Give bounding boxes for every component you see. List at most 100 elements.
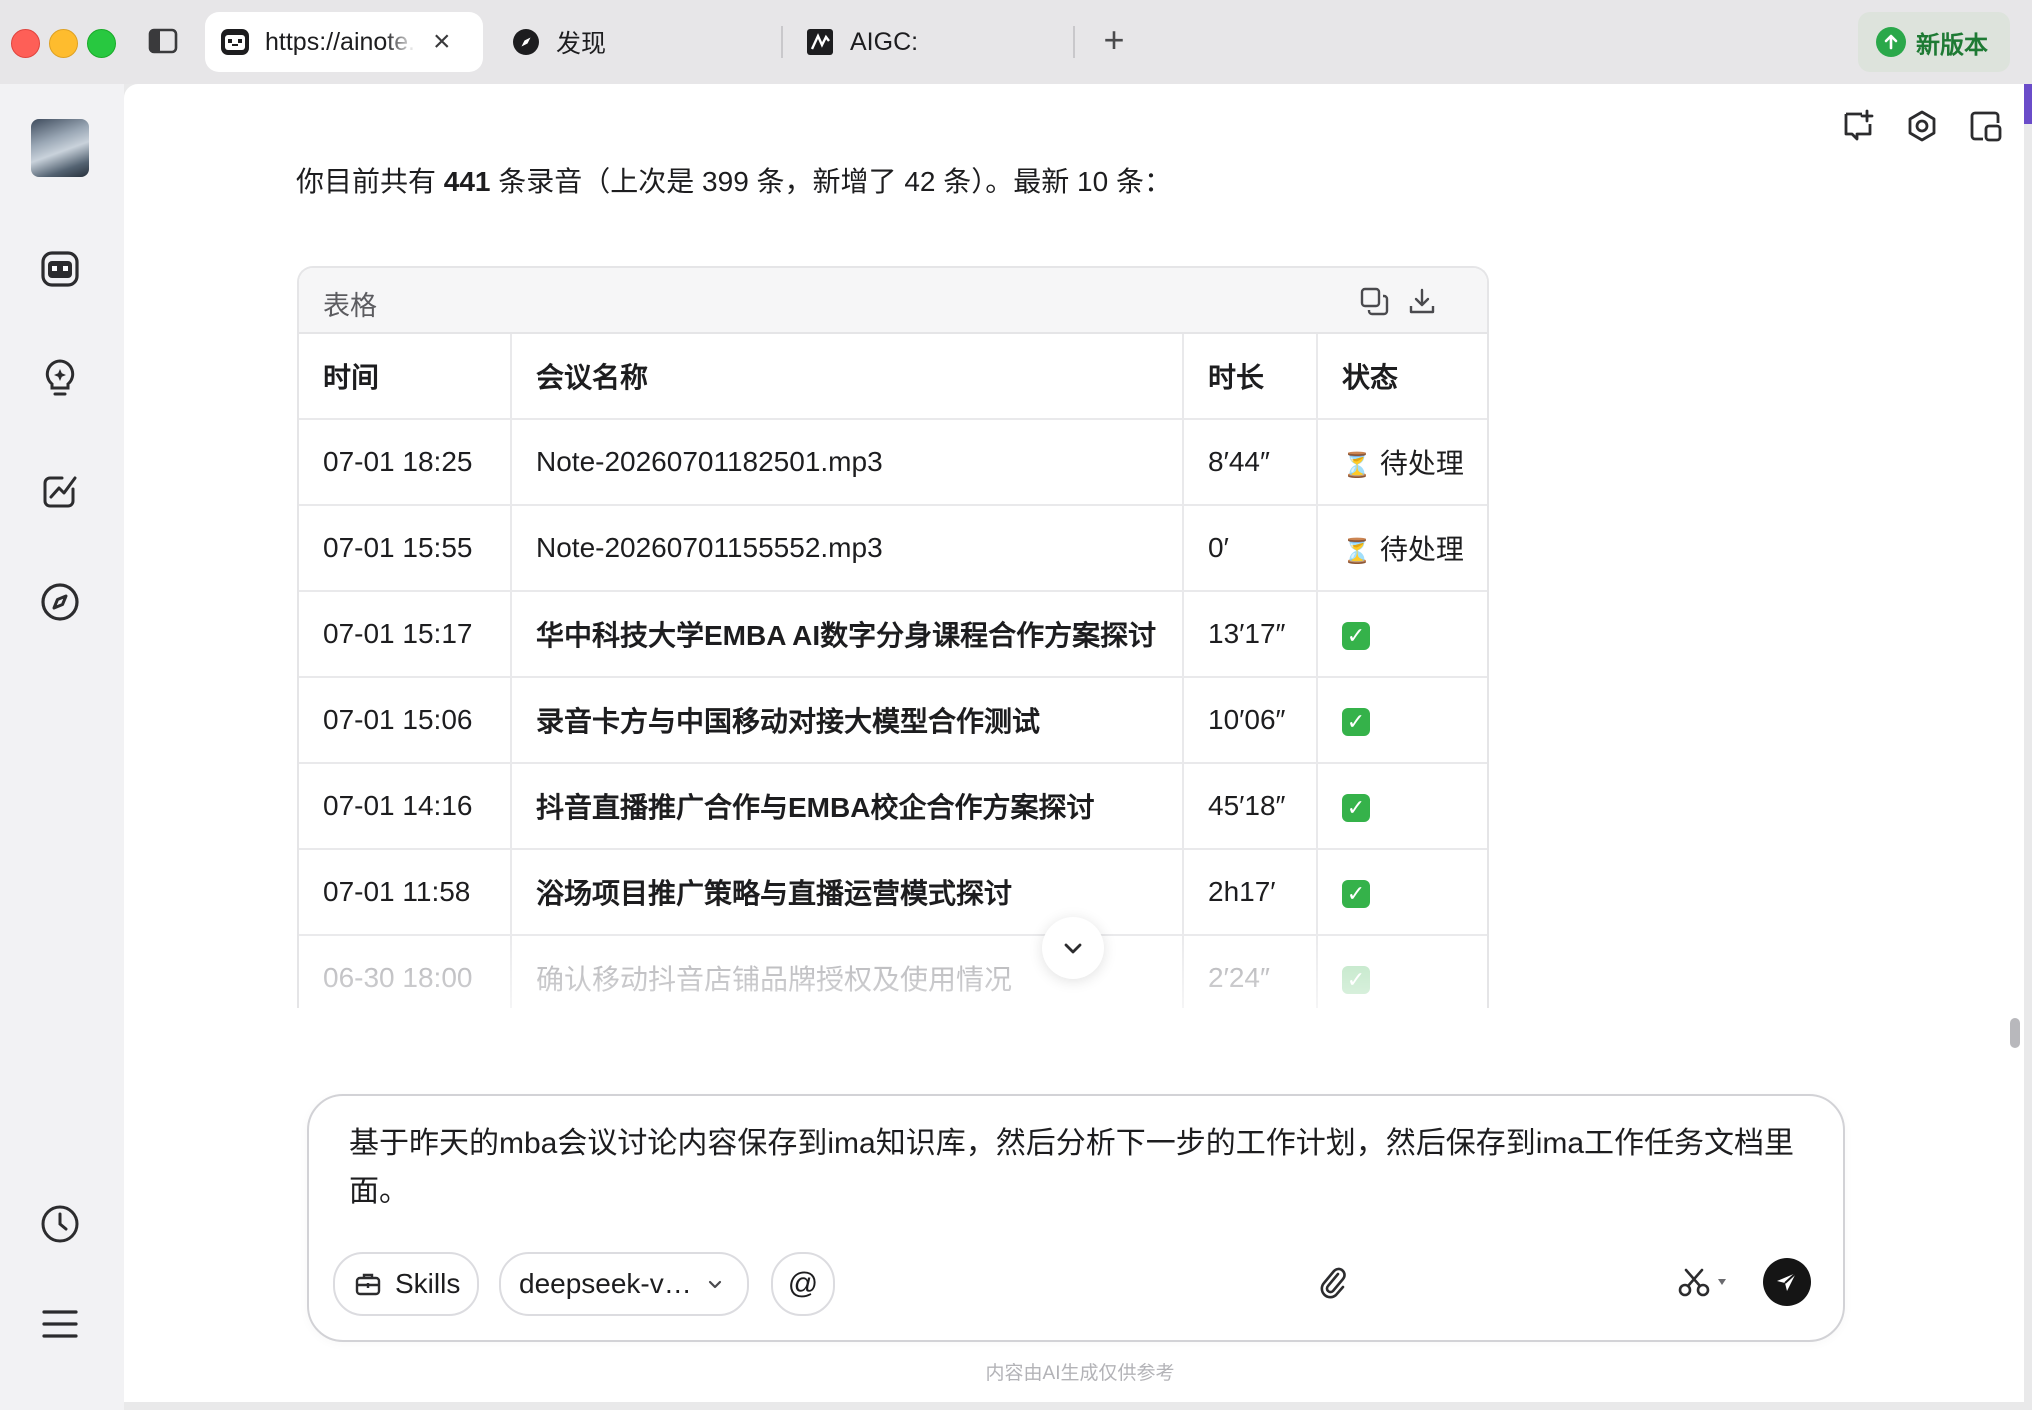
cell-duration: 2′24″ — [1183, 935, 1318, 1008]
avatar[interactable] — [31, 119, 89, 177]
cell-duration: 2h17′ — [1183, 849, 1318, 936]
table-header-row: 时间 会议名称 时长 状态 — [299, 334, 1487, 420]
update-button[interactable]: 新版本 — [1858, 12, 2010, 72]
cell-duration: 10′06″ — [1183, 677, 1318, 764]
compass-icon[interactable] — [36, 578, 84, 626]
toolbox-icon — [353, 1269, 383, 1299]
arrow-up-icon — [1876, 27, 1906, 57]
new-tab-button[interactable]: + — [1096, 22, 1132, 58]
settings-icon[interactable] — [1904, 108, 1940, 144]
check-icon: ✓ — [1342, 707, 1370, 736]
compass-icon — [510, 26, 542, 58]
download-icon[interactable] — [1405, 284, 1439, 318]
cell-time: 07-01 14:16 — [299, 763, 512, 850]
column-header-name: 会议名称 — [511, 334, 1184, 420]
chevron-down-icon — [1064, 943, 1082, 954]
cell-status: ✓ — [1317, 677, 1487, 764]
at-label: @ — [787, 1267, 819, 1300]
hourglass-icon: ⏳ — [1342, 538, 1372, 565]
cell-duration: 8′44″ — [1183, 419, 1318, 506]
check-icon: ✓ — [1342, 879, 1370, 908]
sidebar-toggle-icon[interactable] — [148, 28, 178, 54]
cell-name: 录音卡方与中国移动对接大模型合作测试 — [511, 677, 1184, 764]
mention-button[interactable]: @ — [771, 1252, 835, 1316]
check-icon: ✓ — [1342, 965, 1370, 994]
tab-ainote[interactable]: https://ainote.tencent.com × — [205, 12, 483, 72]
tab-separator — [1073, 26, 1075, 58]
update-label: 新版本 — [1916, 31, 1988, 59]
table-title: 表格 — [323, 291, 377, 321]
cell-name: Note-20260701155552.mp3 — [511, 505, 1184, 592]
tab-separator — [781, 26, 783, 58]
robot-icon[interactable] — [36, 244, 84, 292]
attachment-icon[interactable] — [1309, 1258, 1357, 1306]
recordings-table-card: 表格 时间 会议名称 时长 状态 07-01 18:25 Note-202607… — [297, 266, 1489, 1008]
new-chat-icon[interactable] — [1840, 108, 1876, 144]
intro-suffix: 条录音（上次是 399 条，新增了 42 条）。最新 10 条： — [490, 166, 1172, 197]
history-icon[interactable] — [36, 1200, 84, 1248]
ainote-icon — [219, 26, 251, 58]
cell-duration: 45′18″ — [1183, 763, 1318, 850]
cell-time: 07-01 15:06 — [299, 677, 512, 764]
check-icon: ✓ — [1342, 621, 1370, 650]
model-label: deepseek-v… — [519, 1268, 692, 1299]
tab-discover[interactable]: 发现 — [496, 12, 776, 72]
browser-titlebar: https://ainote.tencent.com × 发现 AIGC: + … — [0, 0, 2032, 84]
cell-duration: 0′ — [1183, 505, 1318, 592]
scroll-to-bottom-button[interactable] — [1042, 917, 1104, 979]
message-composer: 基于昨天的mba会议讨论内容保存到ima知识库，然后分析下一步的工作计划，然后保… — [307, 1094, 1845, 1342]
send-button[interactable] — [1763, 1258, 1811, 1306]
cell-name: Note-20260701182501.mp3 — [511, 419, 1184, 506]
status-label: 待处理 — [1379, 448, 1464, 479]
cell-status: ✓ — [1317, 763, 1487, 850]
column-header-duration: 时长 — [1183, 334, 1318, 420]
table-card-header: 表格 — [299, 268, 1487, 334]
zoom-window-button[interactable] — [87, 29, 116, 58]
check-icon: ✓ — [1342, 793, 1370, 822]
tab-label: https://ainote.tencent.com — [265, 27, 415, 56]
left-sidebar — [0, 84, 124, 1410]
cell-time: 06-30 18:00 — [299, 935, 512, 1008]
cell-status: ✓ — [1317, 935, 1487, 1008]
cell-time: 07-01 15:55 — [299, 505, 512, 592]
layout-icon[interactable] — [1968, 108, 2004, 144]
message-input[interactable]: 基于昨天的mba会议讨论内容保存到ima知识库，然后分析下一步的工作计划，然后保… — [349, 1120, 1809, 1216]
tab-label: AIGC: — [850, 27, 919, 56]
recordings-table: 时间 会议名称 时长 状态 07-01 18:25 Note-202607011… — [299, 334, 1487, 1008]
model-selector[interactable]: deepseek-v… — [499, 1252, 749, 1316]
tab-aigc[interactable]: AIGC: — [790, 12, 1070, 72]
cell-name: 抖音直播推广合作与EMBA校企合作方案探讨 — [511, 763, 1184, 850]
cell-time: 07-01 18:25 — [299, 419, 512, 506]
chevron-down-icon — [706, 1275, 724, 1293]
cell-status: ⏳ 待处理 — [1317, 419, 1487, 506]
cell-status: ✓ — [1317, 591, 1487, 678]
table-row: 07-01 14:16 抖音直播推广合作与EMBA校企合作方案探讨 45′18″… — [299, 763, 1487, 850]
cell-status: ✓ — [1317, 849, 1487, 936]
cell-name: 华中科技大学EMBA AI数字分身课程合作方案探讨 — [511, 591, 1184, 678]
cell-status: ⏳ 待处理 — [1317, 505, 1487, 592]
cell-time: 07-01 15:17 — [299, 591, 512, 678]
cell-duration: 13′17″ — [1183, 591, 1318, 678]
skills-button[interactable]: Skills — [333, 1252, 479, 1316]
table-row: 07-01 18:25 Note-20260701182501.mp3 8′44… — [299, 419, 1487, 506]
close-window-button[interactable] — [11, 29, 40, 58]
lightbulb-icon[interactable] — [36, 354, 84, 402]
table-row: 06-30 18:00 确认移动抖音店铺品牌授权及使用情况 2′24″ ✓ — [299, 935, 1487, 1008]
aigc-icon — [804, 26, 836, 58]
table-row: 07-01 15:55 Note-20260701155552.mp3 0′ ⏳… — [299, 505, 1487, 592]
menu-icon[interactable] — [36, 1300, 84, 1348]
hourglass-icon: ⏳ — [1342, 452, 1372, 479]
window-edge-accent — [2024, 84, 2032, 124]
copy-icon[interactable] — [1357, 284, 1391, 318]
skills-label: Skills — [395, 1268, 461, 1299]
chart-icon[interactable] — [36, 466, 84, 514]
screenshot-icon[interactable] — [1671, 1258, 1741, 1306]
scrollbar-thumb[interactable] — [2010, 1018, 2020, 1048]
assistant-message: 你目前共有 441 条录音（上次是 399 条，新增了 42 条）。最新 10 … — [296, 160, 1172, 200]
intro-prefix: 你目前共有 — [296, 166, 444, 197]
minimize-window-button[interactable] — [49, 29, 78, 58]
cell-time: 07-01 11:58 — [299, 849, 512, 936]
column-header-status: 状态 — [1317, 334, 1487, 420]
column-header-time: 时间 — [299, 334, 512, 420]
close-tab-icon[interactable]: × — [433, 27, 451, 57]
